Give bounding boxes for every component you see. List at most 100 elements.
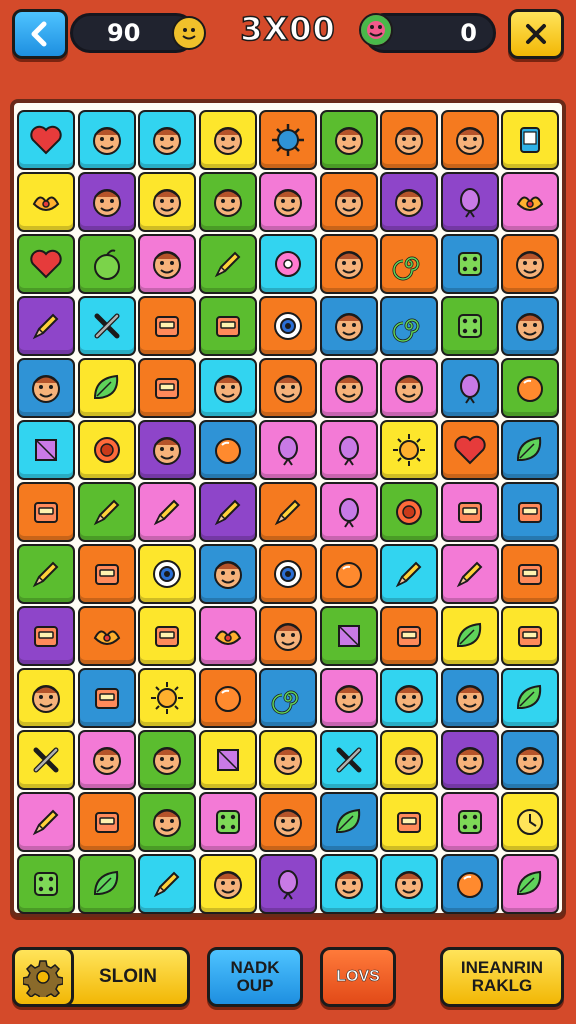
tile[interactable] [380, 296, 438, 356]
tile[interactable] [380, 668, 438, 728]
tile[interactable] [77, 172, 136, 232]
tile[interactable] [138, 792, 196, 852]
tile[interactable] [501, 482, 559, 542]
tile[interactable] [440, 172, 499, 232]
tile[interactable] [380, 110, 438, 170]
tile[interactable] [198, 358, 257, 418]
settings-button[interactable] [12, 947, 74, 1007]
tile[interactable] [440, 668, 499, 728]
tile[interactable] [259, 110, 317, 170]
lovs-button[interactable]: LOVS [320, 947, 396, 1007]
tile[interactable] [198, 668, 257, 728]
tile[interactable] [259, 358, 317, 418]
tile[interactable] [440, 792, 499, 852]
tile[interactable] [440, 358, 499, 418]
tile[interactable] [319, 668, 378, 728]
ineanrin-rakgl-button[interactable]: INEANRIN RAKLG [440, 947, 564, 1007]
tile[interactable] [77, 420, 136, 480]
tile[interactable] [440, 854, 499, 914]
tile[interactable] [138, 296, 196, 356]
tile[interactable] [77, 854, 136, 914]
tile[interactable] [259, 482, 317, 542]
tile[interactable] [17, 110, 75, 170]
tile[interactable] [501, 358, 559, 418]
tile[interactable] [380, 730, 438, 790]
tile[interactable] [380, 172, 438, 232]
tile[interactable] [380, 792, 438, 852]
tile[interactable] [501, 172, 559, 232]
tile[interactable] [17, 792, 75, 852]
tile[interactable] [138, 544, 196, 604]
tile[interactable] [138, 730, 196, 790]
tile[interactable] [77, 296, 136, 356]
tile[interactable] [17, 606, 75, 666]
tile[interactable] [440, 606, 499, 666]
tile[interactable] [380, 854, 438, 914]
tile[interactable] [380, 606, 438, 666]
tile[interactable] [319, 482, 378, 542]
tile[interactable] [77, 544, 136, 604]
tile[interactable] [259, 544, 317, 604]
tile[interactable] [501, 544, 559, 604]
tile[interactable] [77, 668, 136, 728]
tile[interactable] [17, 854, 75, 914]
tile[interactable] [501, 606, 559, 666]
tile[interactable] [501, 668, 559, 728]
tile[interactable] [440, 482, 499, 542]
tile[interactable] [77, 358, 136, 418]
tile[interactable] [380, 358, 438, 418]
tile[interactable] [319, 606, 378, 666]
tile[interactable] [77, 482, 136, 542]
tile[interactable] [319, 544, 378, 604]
tile[interactable] [259, 792, 317, 852]
tile[interactable] [501, 792, 559, 852]
tile[interactable] [138, 668, 196, 728]
tile[interactable] [198, 234, 257, 294]
tile[interactable] [259, 296, 317, 356]
tile[interactable] [319, 110, 378, 170]
tile[interactable] [138, 482, 196, 542]
tile[interactable] [198, 792, 257, 852]
tile[interactable] [198, 854, 257, 914]
tile[interactable] [259, 854, 317, 914]
tile[interactable] [17, 544, 75, 604]
tile[interactable] [17, 482, 75, 542]
tile[interactable] [198, 606, 257, 666]
tile[interactable] [501, 296, 559, 356]
tile[interactable] [138, 358, 196, 418]
tile[interactable] [259, 606, 317, 666]
close-button[interactable] [508, 9, 564, 59]
tile[interactable] [138, 606, 196, 666]
tile[interactable] [198, 110, 257, 170]
tile[interactable] [77, 730, 136, 790]
tile[interactable] [198, 172, 257, 232]
tile[interactable] [440, 110, 499, 170]
tile[interactable] [319, 234, 378, 294]
tile[interactable] [138, 420, 196, 480]
tile[interactable] [259, 420, 317, 480]
tile[interactable] [380, 482, 438, 542]
nadk-oup-button[interactable]: NADK OUP [207, 947, 303, 1007]
back-button[interactable] [12, 9, 68, 59]
tile[interactable] [17, 420, 75, 480]
tile[interactable] [501, 420, 559, 480]
tile[interactable] [77, 792, 136, 852]
tile[interactable] [17, 358, 75, 418]
tile[interactable] [440, 420, 499, 480]
tile[interactable] [259, 730, 317, 790]
tile[interactable] [17, 296, 75, 356]
tile[interactable] [77, 606, 136, 666]
tile[interactable] [198, 730, 257, 790]
tile[interactable] [259, 234, 317, 294]
tile[interactable] [319, 420, 378, 480]
tile[interactable] [77, 234, 136, 294]
tile[interactable] [440, 544, 499, 604]
tile[interactable] [501, 234, 559, 294]
tile[interactable] [198, 420, 257, 480]
tile[interactable] [380, 420, 438, 480]
tile[interactable] [319, 296, 378, 356]
tile[interactable] [17, 234, 75, 294]
tile[interactable] [501, 730, 559, 790]
tile[interactable] [319, 358, 378, 418]
tile[interactable] [138, 172, 196, 232]
